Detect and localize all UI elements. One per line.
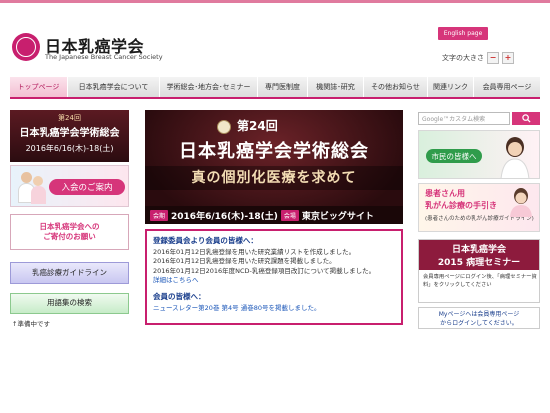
guideline-button[interactable]: 乳癌診療ガイドライン [10,262,129,284]
news-box: 登録委員会より会員の皆様へ： 2016年01月12日乳癌登録を用いた研究業績リス… [145,229,403,325]
nav-item-links[interactable]: 関連リンク [428,77,474,97]
people-illustration [15,170,46,204]
patient-guide-banner[interactable]: 患者さん用 乳がん診療の手引き (患者さんのための乳がん診療ガイドライン) [418,183,540,232]
congress-side-title: 日本乳癌学会学術総会 [19,128,120,139]
nav-item-top[interactable]: トップページ [10,77,68,97]
font-size-control: 文字の大きさ − + [442,52,514,64]
seminar-description: 会員専用ページにログイン後、「病理セミナー資料」をクリックしてください [423,274,537,288]
nav-underline [10,97,540,99]
font-size-decrease-button[interactable]: − [487,52,499,64]
nav-item-congress[interactable]: 学術総会･地方会･セミナー [160,77,258,97]
news-line: 2016年01月12日乳癌登録を用いた研究課題を掲載しました。 [153,257,336,266]
news-line: 2016年01月12日乳癌登録を用いた研究業績リストを作成しました。 [153,248,356,256]
congress-tagline: 真の個別化医療を求めて [145,166,403,190]
nav-item-specialist[interactable]: 専門医制度 [258,77,308,97]
newsletter-link[interactable]: ニュースレター第20巻 第4号 通巻80号を掲載しました。 [153,304,395,313]
main-navigation: トップページ 日本乳癌学会について 学術総会･地方会･セミナー 専門医制度 機関… [10,77,540,97]
society-logo-icon[interactable] [12,33,40,61]
venue-tag: 会場 [280,209,299,221]
join-banner[interactable]: 入会のご案内 [10,165,129,207]
congress-main-banner[interactable]: 第24回 日本乳癌学会学術総会 真の個別化医療を求めて 会期 2016年6/16… [145,110,403,224]
search-button[interactable] [512,112,540,125]
congress-emblem-icon [217,120,231,134]
pathology-seminar-banner[interactable]: 日本乳癌学会 2015 病理セミナー 会員専用ページにログイン後、「病理セミナー… [418,239,540,303]
seminar-line-1: 日本乳癌学会 [451,245,506,255]
nav-item-journal[interactable]: 機関誌･研究 [308,77,364,97]
citizens-label: 市民の皆様へ [426,149,482,163]
congress-title: 日本乳癌学会学術総会 [179,141,369,162]
nav-item-news[interactable]: その他お知らせ [364,77,428,97]
site-header: 日本乳癌学会 The Japanese Breast Cancer Societ… [0,3,550,65]
nav-item-about[interactable]: 日本乳癌学会について [68,77,160,97]
congress-info-bar: 会期 2016年6/16(木)-18(土) 会場 東京ビッグサイト [145,206,403,224]
patient-guide-line-1: 患者さん用 [425,189,465,198]
congress-side-edition: 第24回 [58,114,81,122]
search-bar: Google™カスタム検索 [418,112,540,125]
details-link[interactable]: 詳細はこちらへ [153,276,395,285]
seminar-header: 日本乳癌学会 2015 病理セミナー [419,240,539,270]
search-input[interactable]: Google™カスタム検索 [418,112,510,125]
donation-line-1: 日本乳癌学会への [39,221,100,231]
donation-button[interactable]: 日本乳癌学会への ご寄付のお願い [10,214,129,250]
prep-note: ↑準備中です [12,320,50,328]
site-subtitle: The Japanese Breast Cancer Society [45,53,163,61]
congress-side-date: 2016年6/16(木)-18(土) [25,144,114,153]
congress-date: 2016年6/16(木)-18(土) [171,211,278,222]
news-heading-registration: 登録委員会より会員の皆様へ： [153,236,258,245]
patient-guide-line-2: 乳がん診療の手引き [425,201,497,210]
mypage-notice[interactable]: Myページへは会員専用ページ からログインしてください。 [418,307,540,329]
donation-line-2: ご寄付のお願い [43,232,96,241]
join-label: 入会のご案内 [49,179,125,195]
seminar-line-2: 2015 病理セミナー [437,258,521,268]
news-heading-members: 会員の皆様へ： [153,291,206,301]
mypage-line-2: からログインしてください。 [440,320,518,327]
english-page-button[interactable]: English page [438,27,488,40]
congress-venue: 東京ビッグサイト [301,211,374,222]
patient-illustration-icon [510,188,532,217]
news-line: 2016年01月12日2016年度NCD-乳癌登録項目改訂について掲載しました。 [153,266,376,275]
citizens-banner[interactable]: 市民の皆様へ [418,130,540,179]
mypage-line-1: Myページへは会員専用ページ [438,311,520,318]
font-size-label: 文字の大きさ [442,54,484,62]
search-icon [521,114,531,123]
nav-item-members[interactable]: 会員専用ページ [474,77,540,97]
period-tag: 会期 [150,209,169,221]
font-size-increase-button[interactable]: + [502,52,514,64]
glossary-button[interactable]: 用語集の検索 [10,293,129,314]
congress-edition: 第24回 [237,119,278,133]
woman-illustration-icon [500,137,530,178]
congress-side-banner[interactable]: 第24回 日本乳癌学会学術総会 2016年6/16(木)-18(土) [10,110,129,162]
